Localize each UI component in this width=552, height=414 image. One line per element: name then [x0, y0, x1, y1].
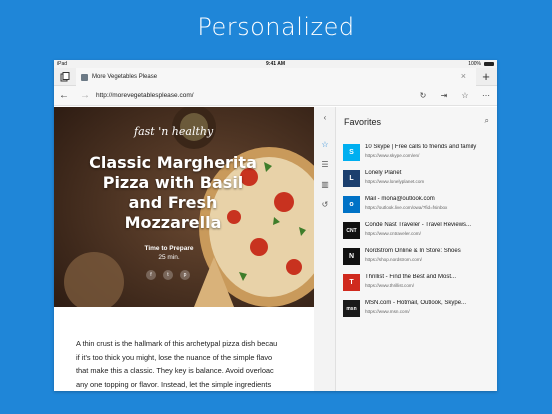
article-line: if it's too thick you might, lose the nu… — [76, 352, 273, 362]
favorite-url: https://www.skype.com/en/ — [365, 153, 420, 158]
favorite-item-msn[interactable]: msn MSN.com - Hotmail, Outlook, Skype...… — [343, 299, 493, 321]
favorites-title: Favorites — [344, 117, 382, 127]
recipe-title-line-2: Pizza with Basil — [102, 173, 244, 192]
favorite-url: https://www.cntraveler.com/ — [365, 231, 421, 236]
favorite-item-lonely-planet[interactable]: L Lonely Planet https://www.lonelyplanet… — [343, 169, 493, 191]
favorites-icon[interactable]: ☆ — [319, 139, 331, 151]
recipe-title-line-4: Mozzarella — [124, 213, 222, 232]
status-time: 9:41 AM — [266, 61, 285, 67]
favorite-item-outlook[interactable]: o Mail - mona@outlook.com https://outloo… — [343, 195, 493, 217]
status-bar: iPad 9:41 AM 100% — [54, 60, 497, 68]
favorite-name: Thrillist - Find the Best and Most... — [365, 274, 457, 280]
favorite-item-skype[interactable]: S 10 Skype | Free calls to friends and f… — [343, 143, 493, 165]
skype-logo: S — [343, 144, 360, 161]
history-icon[interactable]: ↺ — [319, 199, 331, 211]
favorite-item-cntraveler[interactable]: CNT Condé Nast Traveler - Travel Reviews… — [343, 221, 493, 243]
site-favicon — [81, 73, 88, 81]
outlook-logo: o — [343, 196, 360, 213]
recipe-title-line-1: Classic Margherita — [89, 153, 257, 172]
favorite-url: https://www.lonelyplanet.com — [365, 179, 425, 184]
favorite-item-nordstrom[interactable]: N Nordstrom Online & In Store: Shoes htt… — [343, 247, 493, 269]
new-tab-button[interactable]: + — [479, 69, 493, 85]
address-bar: ← → http://morevegetablesplease.com/ ↻ ⇥… — [54, 86, 497, 106]
recipe-title-line-3: and Fresh — [128, 193, 218, 212]
article-body: A thin crust is the hallmark of this arc… — [76, 337, 321, 391]
share-icon[interactable]: ⇥ — [438, 90, 450, 102]
headline: Personalized — [197, 13, 355, 41]
favorite-url: https://www.msn.com/ — [365, 309, 410, 314]
favorite-name: Condé Nast Traveler - Travel Reviews... — [365, 222, 472, 228]
prep-time: 25 min. — [158, 254, 180, 261]
tabs-overview-icon[interactable] — [59, 71, 71, 83]
msn-logo: msn — [343, 300, 360, 317]
favorite-name: 10 Skype | Free calls to friends and fam… — [365, 144, 477, 150]
collapse-chevron-icon[interactable]: ‹ — [319, 112, 331, 124]
favorite-name: Mail - mona@outlook.com — [365, 196, 435, 202]
hub-nav: ‹ ☆ ☰ ▥ ↺ — [314, 107, 336, 391]
cnt-logo: CNT — [343, 222, 360, 239]
lonely-planet-logo: L — [343, 170, 360, 187]
reading-list-icon[interactable]: ☰ — [319, 159, 331, 171]
search-icon[interactable]: ⌕ — [485, 116, 489, 126]
favorite-name: Nordstrom Online & In Store: Shoes — [365, 248, 461, 254]
more-icon[interactable]: ⋯ — [480, 90, 492, 102]
favorites-panel: Favorites ⌕ S 10 Skype | Free calls to f… — [336, 107, 497, 391]
battery-percent: 100% — [468, 61, 481, 67]
nordstrom-logo: N — [343, 248, 360, 265]
prep-label: Time to Prepare — [144, 245, 194, 252]
tab-active[interactable]: More Vegetables Please × — [76, 68, 476, 86]
facebook-icon[interactable]: f — [146, 270, 156, 280]
thrillist-logo: T — [343, 274, 360, 291]
tab-title: More Vegetables Please — [92, 74, 158, 80]
refresh-icon[interactable]: ↻ — [417, 90, 429, 102]
back-icon[interactable]: ← — [59, 90, 69, 102]
article-line: A thin crust is the hallmark of this arc… — [76, 339, 278, 348]
favorite-name: Lonely Planet — [365, 170, 402, 176]
favorite-name: MSN.com - Hotmail, Outlook, Skype... — [365, 300, 467, 306]
recipe-title: Classic Margherita Pizza with Basil and … — [68, 153, 278, 233]
article-line: that make this a classic. They key is ba… — [76, 366, 274, 375]
favorite-item-thrillist[interactable]: T Thrillist - Find the Best and Most... … — [343, 273, 493, 295]
ipad-screen: iPad 9:41 AM 100% More Vegetables Please… — [54, 60, 497, 391]
favorite-url: https://outlook.live.com/owa/?fid=fsinbo… — [365, 205, 448, 210]
twitter-icon[interactable]: t — [163, 270, 173, 280]
web-content: fast 'n healthy Classic Margherita Pizza… — [54, 107, 314, 391]
favorite-url: https://www.thrillist.com/ — [365, 283, 415, 288]
pinterest-icon[interactable]: p — [180, 270, 190, 280]
url-field[interactable]: http://morevegetablesplease.com/ — [96, 89, 406, 103]
tab-bar: More Vegetables Please × + — [54, 68, 497, 86]
article-line: any one topping or flavor. Instead, let … — [76, 379, 272, 389]
favorites-star-icon[interactable]: ☆ — [459, 90, 471, 102]
favorite-url: https://shop.nordstrom.com/ — [365, 257, 422, 262]
recipe-hero: fast 'n healthy Classic Margherita Pizza… — [54, 107, 314, 307]
tab-close-icon[interactable]: × — [461, 71, 466, 81]
battery-icon — [484, 62, 494, 66]
forward-icon[interactable]: → — [80, 90, 90, 102]
recipe-tagline: fast 'n healthy — [134, 125, 214, 138]
books-icon[interactable]: ▥ — [319, 179, 331, 191]
